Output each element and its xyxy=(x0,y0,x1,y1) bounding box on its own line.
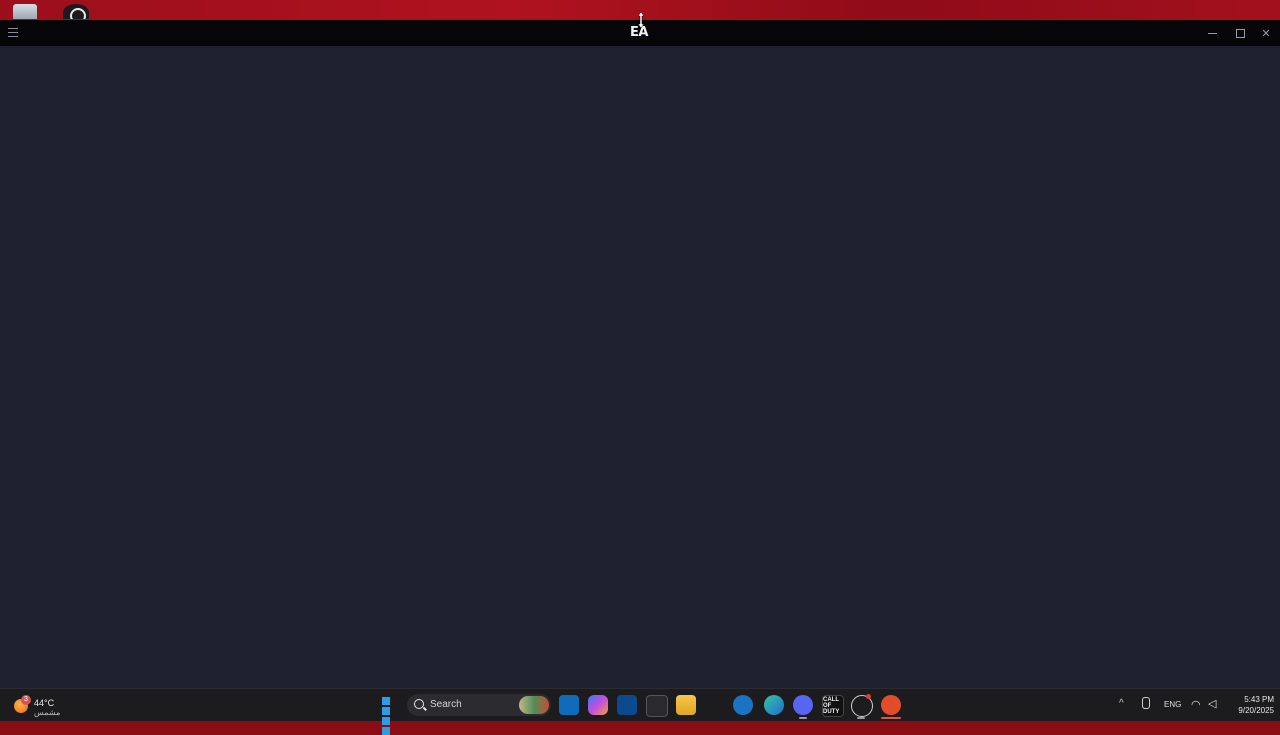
discord-running-indicator xyxy=(799,717,807,719)
search-highlight-icon xyxy=(519,696,549,714)
defender-shield-icon[interactable] xyxy=(617,695,637,715)
microphone-icon[interactable] xyxy=(1142,697,1150,709)
microsoft-store-icon[interactable] xyxy=(646,695,668,717)
resize-cursor-icon xyxy=(637,12,645,28)
start-button[interactable] xyxy=(380,695,400,735)
discord-icon[interactable] xyxy=(793,695,813,715)
taskbar-clock[interactable]: 5:43 PM 9/20/2025 xyxy=(1224,694,1274,716)
clock-time: 5:43 PM xyxy=(1244,695,1274,704)
hamburger-menu-icon[interactable] xyxy=(8,28,18,37)
close-icon: ✕ xyxy=(1261,26,1271,40)
weather-badge: 3 xyxy=(21,695,31,705)
ea-app-window: EA ✕ xyxy=(0,19,1280,689)
blue-app-icon[interactable] xyxy=(733,695,753,715)
ea-active-indicator xyxy=(881,717,901,719)
maximize-button[interactable] xyxy=(1226,20,1254,46)
search-icon xyxy=(414,699,424,709)
show-hidden-icons-chevron-icon[interactable]: ^ xyxy=(1119,698,1124,709)
maximize-icon xyxy=(1235,28,1245,38)
main-content-area xyxy=(0,46,1280,689)
desktop-app-icon[interactable] xyxy=(63,4,89,20)
taskbar: 3 44°C مشمس Search CALL OF DUTY ^ ENG ◠ … xyxy=(0,688,1280,735)
weather-widget[interactable]: 3 44°C مشمس xyxy=(12,693,82,719)
copilot-icon[interactable] xyxy=(588,695,608,715)
weather-temperature: 44°C xyxy=(34,698,55,708)
volume-icon[interactable]: ◁ xyxy=(1208,697,1216,710)
recycle-bin-icon[interactable] xyxy=(13,4,37,20)
file-explorer-icon[interactable] xyxy=(676,695,696,715)
wifi-icon[interactable]: ◠ xyxy=(1191,698,1201,711)
steam-running-indicator xyxy=(857,717,865,719)
minimize-icon xyxy=(1207,32,1217,34)
steam-notification-dot xyxy=(866,694,871,699)
call-of-duty-icon[interactable]: CALL OF DUTY xyxy=(822,695,844,717)
minimize-button[interactable] xyxy=(1198,20,1226,46)
language-indicator[interactable]: ENG xyxy=(1164,700,1181,709)
ea-app-icon[interactable] xyxy=(881,695,901,715)
search-label: Search xyxy=(430,699,462,710)
windows-logo-icon xyxy=(381,696,399,735)
clock-date: 9/20/2025 xyxy=(1238,706,1274,715)
close-button[interactable]: ✕ xyxy=(1252,20,1280,46)
taskbar-search[interactable]: Search xyxy=(407,694,551,716)
edge-icon[interactable] xyxy=(764,695,784,715)
outlook-icon[interactable] xyxy=(559,695,579,715)
weather-condition: مشمس xyxy=(34,708,61,717)
